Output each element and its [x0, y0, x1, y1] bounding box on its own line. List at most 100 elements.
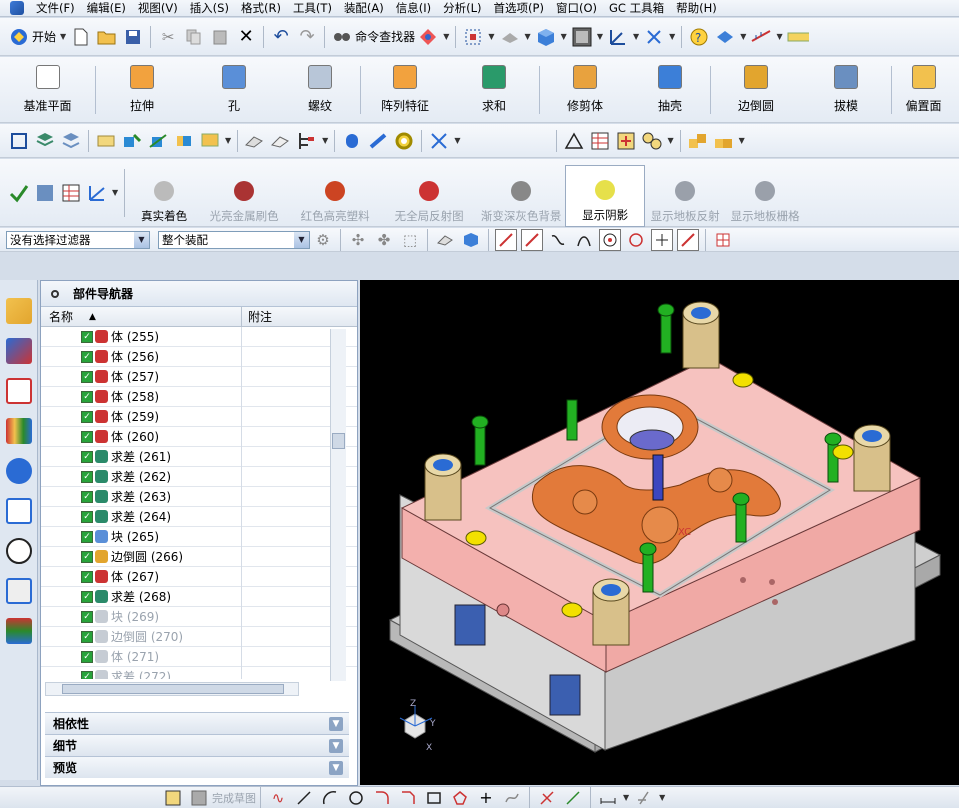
add-table-icon[interactable] [615, 130, 637, 152]
analysis-icon[interactable] [34, 182, 56, 204]
menu-item[interactable]: 帮助(H) [670, 0, 723, 17]
chevron-down-icon[interactable]: ▼ [112, 188, 118, 197]
metal-brushed-button[interactable]: 光亮金属刷色 [199, 159, 289, 227]
menu-item[interactable]: 工具(T) [287, 0, 338, 17]
center-snap-icon[interactable] [599, 228, 621, 251]
menu-item[interactable]: GC 工具箱 [603, 0, 670, 17]
select-body-icon[interactable]: ✤ [373, 229, 395, 251]
tree-row[interactable]: ✓ 体 (258) [41, 386, 357, 407]
tree-row[interactable]: ✓ 求差 (262) [41, 466, 357, 487]
tree-row[interactable]: ✓ 体 (257) [41, 366, 357, 387]
new-file-icon[interactable] [70, 26, 92, 48]
chevron-down-icon[interactable]: ▼ [776, 32, 782, 41]
tree-row[interactable]: ✓ 体 (256) [41, 346, 357, 367]
grid-snap-icon[interactable] [712, 229, 734, 251]
visibility-checkbox[interactable]: ✓ [81, 510, 93, 523]
tree-row[interactable]: ✓ 块 (269) [41, 606, 357, 627]
sketch-icon[interactable] [162, 787, 184, 808]
gold-blocks-icon[interactable] [687, 130, 709, 152]
navigator-panel-header[interactable]: 相依性 ▼ [45, 712, 349, 734]
tree-row[interactable]: ✓ 体 (271) [41, 646, 357, 667]
visibility-checkbox[interactable]: ✓ [81, 410, 93, 423]
vertical-scrollbar[interactable] [330, 329, 346, 681]
command-finder-icon[interactable] [331, 26, 353, 48]
visibility-checkbox[interactable]: ✓ [81, 390, 93, 403]
chevron-down-icon[interactable]: ▼ [659, 793, 665, 802]
select-face-icon[interactable]: ⬚ [399, 229, 421, 251]
polygon-icon[interactable] [449, 787, 471, 808]
tag-icon[interactable] [95, 130, 117, 152]
ruler-icon[interactable] [787, 26, 809, 48]
selection-filter-select[interactable]: 没有选择过滤器 ▼ [6, 230, 150, 249]
visibility-checkbox[interactable]: ✓ [81, 550, 93, 563]
graphics-window[interactable]: XC Y Z X [360, 280, 959, 785]
datum-plane-button[interactable]: 基准平面 [0, 60, 95, 120]
chevron-down-icon[interactable]: ▼ [454, 136, 460, 145]
pattern-feature-button[interactable]: 阵列特征 [361, 60, 449, 120]
select-feature-icon[interactable]: ✣ [347, 229, 369, 251]
scrollbar-thumb[interactable] [332, 433, 345, 449]
eraser-icon[interactable] [244, 130, 266, 152]
chevron-down-icon[interactable]: ▼ [443, 32, 449, 41]
history-tab-icon[interactable] [6, 498, 32, 524]
red-plastic-button[interactable]: 红色高亮塑料 [289, 159, 381, 227]
visibility-checkbox[interactable]: ✓ [81, 630, 93, 643]
tree-row[interactable]: ✓ 块 (265) [41, 526, 357, 547]
chevron-down-icon[interactable]: ▼ [739, 136, 745, 145]
menu-item[interactable]: 视图(V) [132, 0, 184, 17]
undo-icon[interactable]: ↶ [270, 26, 292, 48]
menu-item[interactable]: 编辑(E) [81, 0, 132, 17]
menu-item[interactable]: 装配(A) [338, 0, 390, 17]
true-shading-button[interactable]: 真实着色 [129, 159, 199, 227]
clock-icon[interactable] [6, 538, 32, 564]
cube-small-icon[interactable] [460, 229, 482, 251]
horizontal-scrollbar[interactable] [45, 682, 299, 696]
chevron-down-icon[interactable]: ▼ [134, 231, 149, 248]
circle-icon[interactable] [345, 787, 367, 808]
point-icon[interactable]: + [475, 787, 497, 808]
axis-analysis-icon[interactable] [86, 182, 108, 204]
menu-item[interactable]: 文件(F) [30, 0, 81, 17]
tree-row[interactable]: ✓ 求差 (268) [41, 586, 357, 607]
constraints-icon[interactable] [633, 787, 655, 808]
tree-row[interactable]: ✓ 边倒圆 (270) [41, 626, 357, 647]
visibility-checkbox[interactable]: ✓ [81, 610, 93, 623]
profile-icon[interactable]: ∿ [267, 787, 289, 808]
hide-icon[interactable] [270, 130, 292, 152]
menu-item[interactable]: 窗口(O) [550, 0, 603, 17]
hscroll-thumb[interactable] [62, 684, 284, 694]
move-component-icon[interactable] [147, 130, 169, 152]
grid-analysis-icon[interactable] [60, 182, 82, 204]
assembly-filter-icon[interactable]: ⚙ [312, 229, 334, 251]
shell-button[interactable]: 抽壳 [630, 60, 710, 120]
roles-tab-icon[interactable] [6, 618, 32, 644]
part-navigator-tab-icon[interactable] [6, 378, 32, 404]
spring-icon[interactable] [367, 130, 389, 152]
add-component-icon[interactable] [121, 130, 143, 152]
tree-row[interactable]: ✓ 边倒圆 (266) [41, 546, 357, 567]
tree-row[interactable]: ✓ 体 (259) [41, 406, 357, 427]
visibility-checkbox[interactable]: ✓ [81, 430, 93, 443]
chevron-down-icon[interactable]: ▼ [669, 32, 675, 41]
chevron-down-icon[interactable]: ▼ [623, 793, 629, 802]
chevron-down-icon[interactable]: ▼ [322, 136, 328, 145]
tree-row[interactable]: ✓ 体 (260) [41, 426, 357, 447]
line-icon[interactable] [293, 787, 315, 808]
wire-spring-icon[interactable] [428, 130, 450, 152]
tree-row[interactable]: ✓ 体 (255) [41, 327, 357, 347]
group-icon[interactable] [641, 130, 663, 152]
chevron-down-icon[interactable]: ▼ [329, 717, 343, 731]
show-only-icon[interactable] [296, 130, 318, 152]
tree-row[interactable]: ✓ 求差 (272) [41, 666, 357, 679]
visibility-checkbox[interactable]: ✓ [81, 650, 93, 663]
layer-settings-icon[interactable] [60, 130, 82, 152]
visibility-checkbox[interactable]: ✓ [81, 570, 93, 583]
assembly-navigator-tab-icon[interactable] [6, 298, 32, 324]
triangle-icon[interactable] [563, 130, 585, 152]
trim-icon[interactable] [536, 787, 558, 808]
menu-item[interactable]: 首选项(P) [488, 0, 550, 17]
pin-icon[interactable] [51, 290, 59, 298]
floor-grid-button[interactable]: 显示地板栅格 [725, 159, 805, 227]
cylinder-icon[interactable] [341, 130, 363, 152]
menu-item[interactable]: 格式(R) [235, 0, 287, 17]
